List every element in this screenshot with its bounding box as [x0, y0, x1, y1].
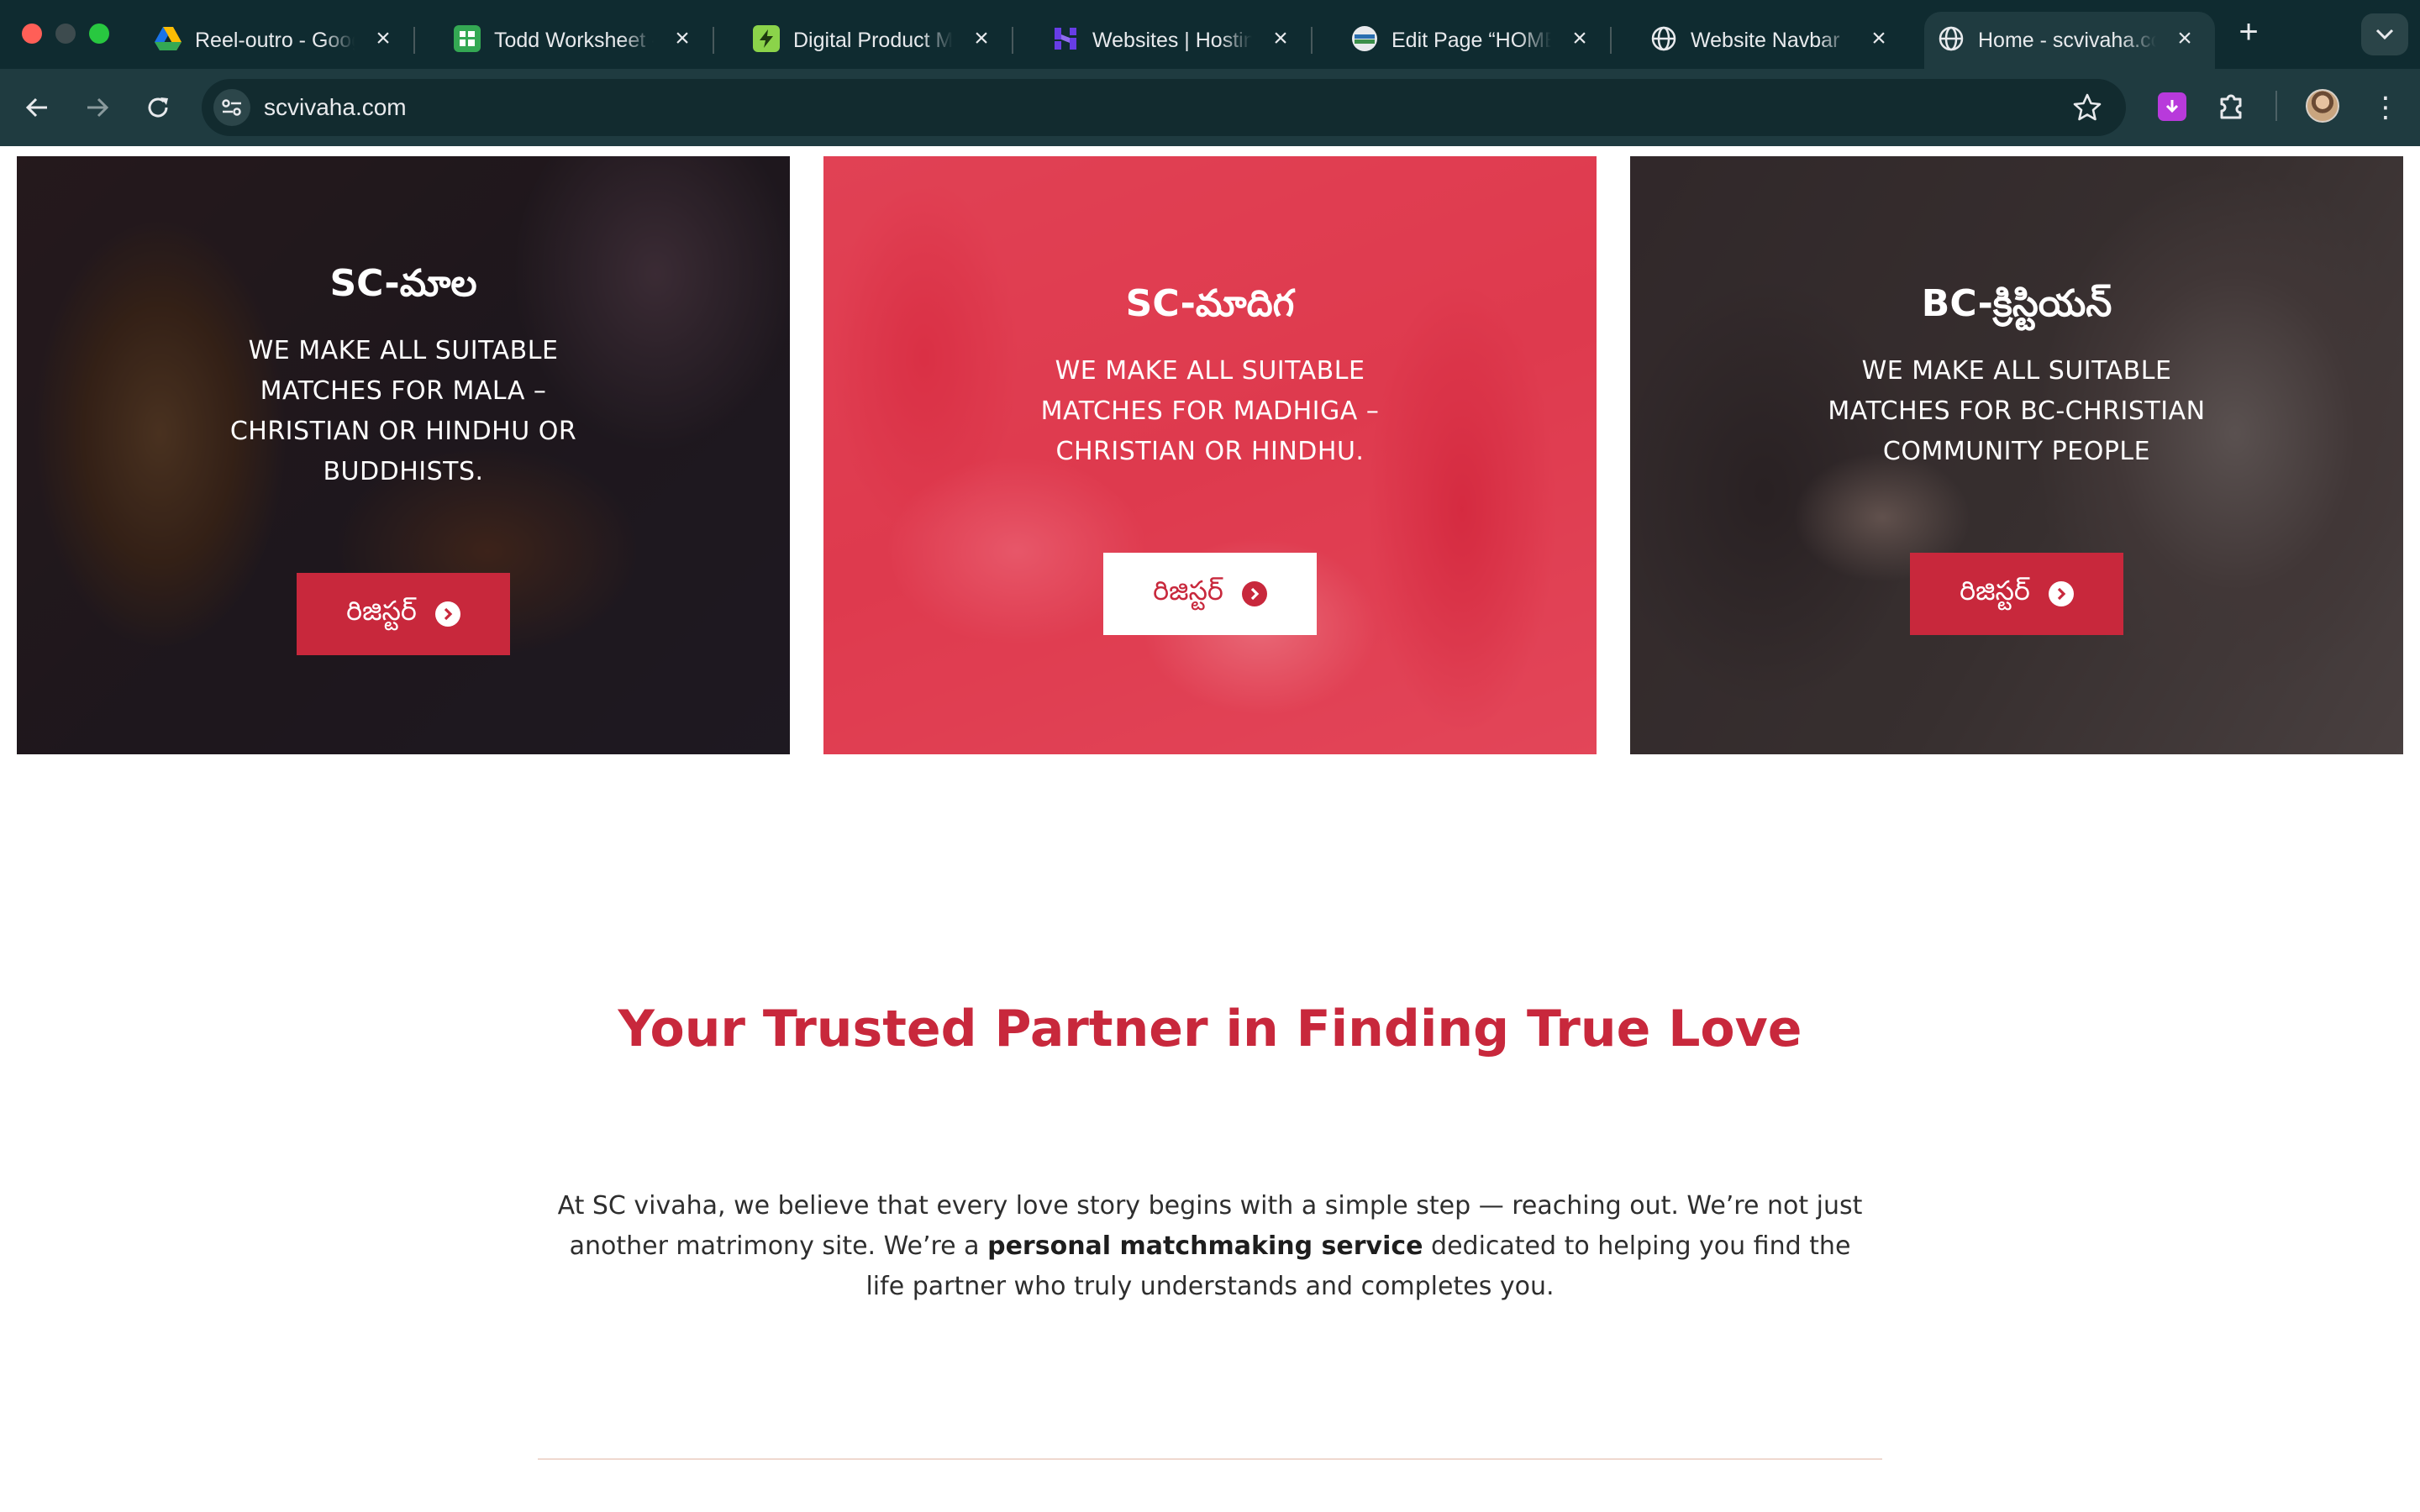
tab-title: Websites | Hostinger — [1092, 29, 1252, 52]
arrow-left-icon — [25, 97, 47, 118]
card-description: WE MAKE ALL SUITABLE MATCHES FOR BC-CHRI… — [1828, 356, 2206, 466]
hostinger-icon — [1052, 25, 1079, 52]
register-button-mala[interactable]: రిజిస్టర్ — [297, 573, 510, 655]
register-button-label: రిజిస్టర్ — [346, 595, 417, 627]
card-content: SC-మాల WE MAKE ALL SUITABLE MATCHES FOR … — [17, 259, 790, 655]
register-button-label: రిజిస్టర్ — [1153, 575, 1223, 606]
tab-reel-outro[interactable]: Reel-outro - Google Drive × — [141, 12, 415, 69]
tab-separator — [413, 27, 415, 54]
tab-title: Website Navbar — [1691, 29, 1840, 52]
section-divider — [538, 1458, 1882, 1460]
card-title: SC-మాల — [329, 262, 477, 305]
close-tab-icon[interactable]: × — [368, 24, 398, 54]
back-button[interactable] — [17, 87, 57, 128]
register-button-bc-christian[interactable]: రిజిస్టర్ — [1910, 553, 2123, 635]
community-card-bc-christian: BC-క్రిస్టియన్ WE MAKE ALL SUITABLE MATC… — [1630, 156, 2403, 754]
tab-digital-product-models[interactable]: Digital Product Models × — [739, 12, 1013, 69]
intro-text-bold: personal matchmaking service — [987, 1231, 1423, 1261]
url-text[interactable]: scvivaha.com — [264, 92, 407, 123]
tab-website-navbar[interactable]: Website Navbar × — [1637, 12, 1909, 69]
close-tab-icon[interactable]: × — [2170, 24, 2200, 54]
card-content: SC-మాదిగ WE MAKE ALL SUITABLE MATCHES FO… — [823, 279, 1597, 635]
register-button-madhiga[interactable]: రిజిస్టర్ — [1103, 553, 1317, 635]
tab-search-button[interactable] — [2361, 13, 2408, 55]
close-tab-icon[interactable]: × — [667, 24, 697, 54]
tab-separator — [713, 27, 714, 54]
editor-site-icon — [1351, 25, 1378, 52]
card-description: WE MAKE ALL SUITABLE MATCHES FOR MADHIGA… — [1040, 356, 1380, 466]
close-tab-icon[interactable]: × — [966, 24, 997, 54]
tab-title: Edit Page “HOME” — [1392, 29, 1551, 52]
profile-avatar[interactable] — [2306, 89, 2339, 123]
google-drive-icon — [155, 25, 182, 52]
toolbar-divider — [2275, 91, 2277, 121]
close-tab-icon[interactable]: × — [1265, 24, 1296, 54]
google-sheets-icon — [454, 25, 481, 52]
tab-websites-hostinger[interactable]: Websites | Hostinger × — [1039, 12, 1313, 69]
tab-title: Digital Product Models — [793, 29, 953, 52]
close-tab-icon[interactable]: × — [1864, 24, 1894, 54]
tab-separator — [1311, 27, 1313, 54]
card-title: SC-మాదిగ — [1125, 282, 1295, 325]
new-tab-button[interactable]: + — [2232, 15, 2265, 49]
window-zoom-button[interactable] — [89, 24, 109, 44]
forward-button[interactable] — [77, 87, 118, 128]
window-minimize-button[interactable] — [55, 24, 76, 44]
tab-home-scvivaha[interactable]: Home - scvivaha.com × — [1924, 12, 2215, 69]
card-description: WE MAKE ALL SUITABLE MATCHES FOR MALA – … — [229, 336, 577, 486]
chevron-right-circle-icon — [2048, 581, 2074, 606]
tab-title: Home - scvivaha.com — [1978, 29, 2156, 52]
window-close-button[interactable] — [22, 24, 42, 44]
address-bar[interactable]: scvivaha.com — [202, 79, 2126, 136]
browser-tab-strip: Reel-outro - Google Drive × Todd Workshe… — [0, 0, 2420, 69]
browser-toolbar: scvivaha.com — [0, 69, 2420, 146]
close-tab-icon[interactable]: × — [1565, 24, 1595, 54]
card-title: BC-క్రిస్టియన్ — [1921, 282, 2112, 325]
globe-icon — [1938, 25, 1965, 52]
globe-icon — [1650, 25, 1677, 52]
bookmark-star-icon[interactable] — [2072, 92, 2102, 123]
chevron-right-circle-icon — [1241, 581, 1267, 606]
register-button-label: రిజిస్టర్ — [1960, 575, 2030, 606]
community-card-madhiga: SC-మాదిగ WE MAKE ALL SUITABLE MATCHES FO… — [823, 156, 1597, 754]
tab-title: Todd Worksheet - Google Sheets — [494, 29, 654, 52]
section-headline: Your Trusted Partner in Finding True Lov… — [618, 1000, 1802, 1058]
tab-separator — [1610, 27, 1612, 54]
community-card-mala: SC-మాల WE MAKE ALL SUITABLE MATCHES FOR … — [17, 156, 790, 754]
extensions-puzzle-icon[interactable] — [2215, 89, 2249, 123]
webpage: SC-మాల WE MAKE ALL SUITABLE MATCHES FOR … — [0, 146, 2420, 1512]
chevron-down-icon — [2375, 29, 2394, 40]
browser-menu-icon[interactable]: ⋮ — [2371, 91, 2400, 124]
reload-icon — [148, 97, 168, 118]
site-settings-icon[interactable] — [213, 89, 250, 126]
tab-edit-page-home[interactable]: Edit Page “HOME” × — [1338, 12, 1612, 69]
tab-todd-worksheet[interactable]: Todd Worksheet - Google Sheets × — [440, 12, 714, 69]
arrow-right-icon — [87, 97, 109, 118]
chevron-right-circle-icon — [434, 601, 460, 627]
reload-button[interactable] — [138, 87, 178, 128]
lightning-app-icon — [753, 25, 780, 52]
card-content: BC-క్రిస్టియన్ WE MAKE ALL SUITABLE MATC… — [1630, 279, 2403, 635]
intro-paragraph: At SC vivaha, we believe that every love… — [555, 1186, 1865, 1307]
download-extension-icon[interactable] — [2158, 92, 2186, 121]
tab-title: Reel-outro - Google Drive — [195, 29, 355, 52]
tab-separator — [1012, 27, 1013, 54]
